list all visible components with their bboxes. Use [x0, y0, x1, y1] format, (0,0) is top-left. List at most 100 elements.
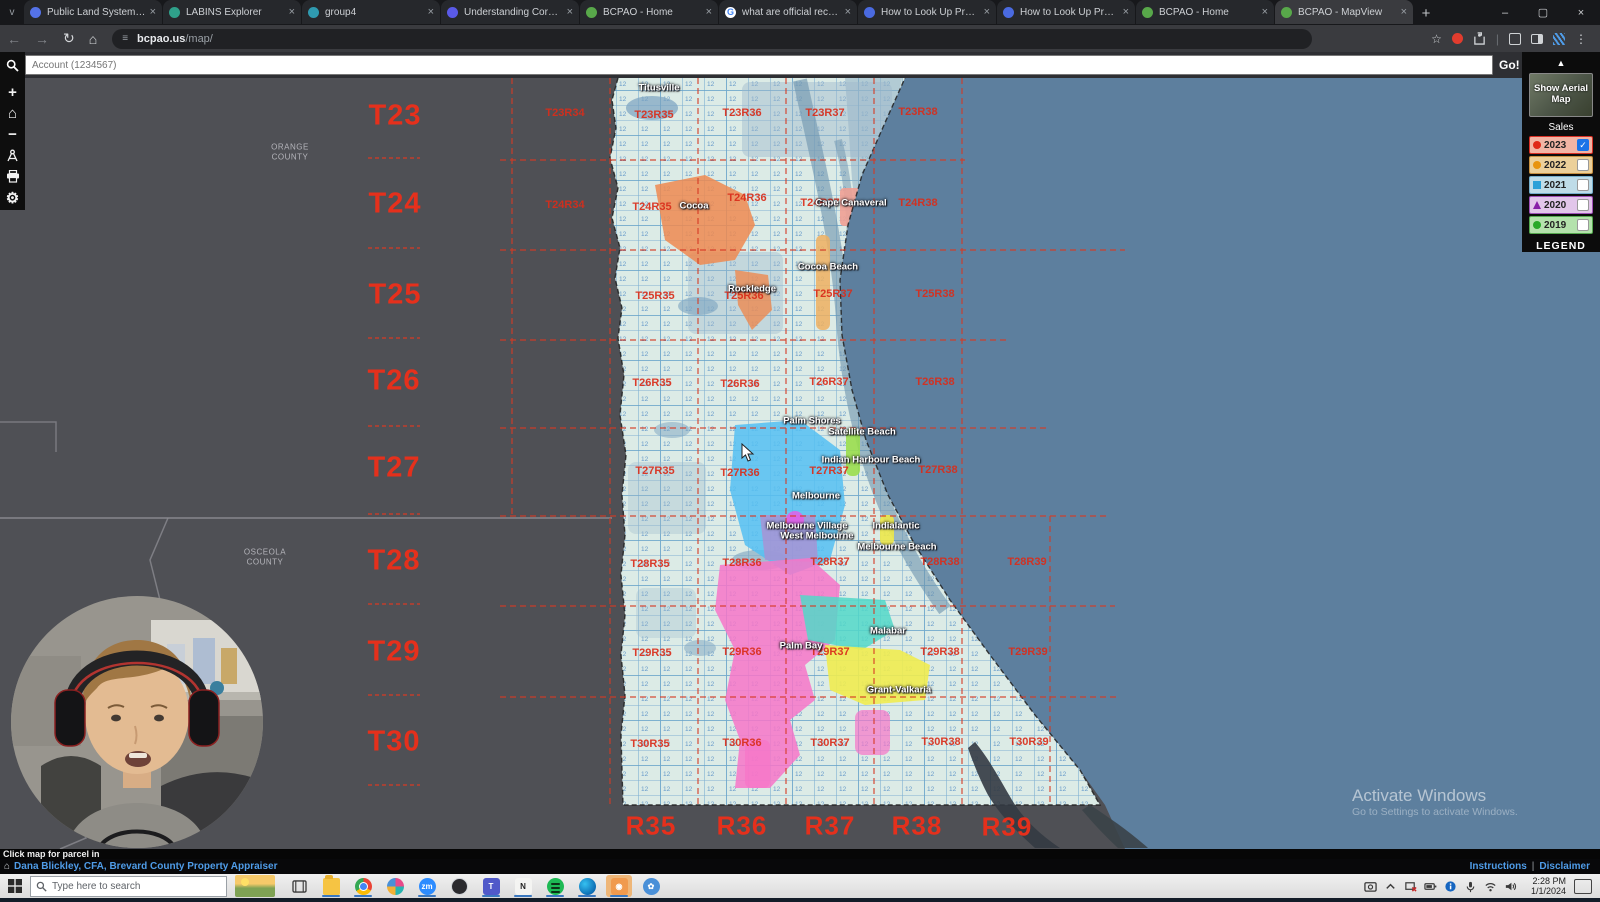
google-g-favicon: G: [725, 7, 736, 18]
tab-close-icon[interactable]: ×: [1401, 6, 1407, 18]
tab-close-icon[interactable]: ×: [1262, 6, 1268, 18]
adblock-extension-icon[interactable]: [1452, 33, 1463, 44]
address-domain: bcpao.us: [137, 33, 185, 45]
extensions-puzzle-icon[interactable]: [1473, 32, 1486, 45]
map-tool-strip: +⌂− ⚙: [0, 78, 25, 210]
mouse-cursor: [741, 443, 755, 463]
forward-icon[interactable]: →: [35, 31, 49, 47]
settings-tool[interactable]: ⚙: [2, 187, 23, 208]
action-center-icon[interactable]: [1574, 879, 1592, 894]
teams-icon[interactable]: T: [478, 875, 504, 897]
browser-tab[interactable]: Public Land System Explained×: [24, 0, 162, 24]
account-search-input[interactable]: [25, 55, 1493, 75]
tab-title: How to Look Up Property Inf: [1020, 7, 1119, 18]
browser-tab[interactable]: BCPAO - Home×: [580, 0, 718, 24]
chrome-icon[interactable]: [350, 875, 376, 897]
home-tool[interactable]: ⌂: [2, 103, 23, 124]
tab-close-icon[interactable]: ×: [984, 6, 990, 18]
tab-title: BCPAO - Home: [1159, 7, 1258, 18]
tab-close-icon[interactable]: ×: [845, 6, 851, 18]
obs-icon[interactable]: [1364, 880, 1377, 893]
year-label: 2020: [1544, 200, 1577, 211]
toolbar-actions: ☆ | ⋮: [1426, 32, 1592, 46]
address-bar[interactable]: ≡ bcpao.us /map/: [112, 29, 1312, 49]
tab-close-icon[interactable]: ×: [428, 6, 434, 18]
network-error-icon[interactable]: [1404, 880, 1417, 893]
year-checkbox[interactable]: ✓: [1577, 139, 1589, 151]
browser-tab[interactable]: How to Look Up Property Inf ×: [997, 0, 1135, 24]
task-view-button[interactable]: [286, 875, 312, 897]
blue-extension-icon[interactable]: [1553, 33, 1565, 45]
new-tab-button[interactable]: +: [1414, 1, 1438, 25]
pinwheel-app-icon[interactable]: [382, 875, 408, 897]
file-explorer-icon[interactable]: [318, 875, 344, 897]
browser-tab[interactable]: LABINS Explorer×: [163, 0, 301, 24]
browser-tab[interactable]: Gwhat are official records book×: [719, 0, 857, 24]
teams-glyph: T: [483, 878, 500, 895]
clock-app-icon[interactable]: [446, 875, 472, 897]
taskbar-app-row: zm TN ◉ ✿: [315, 875, 667, 897]
tab-search-icon[interactable]: v: [0, 0, 24, 25]
wifi-icon[interactable]: [1484, 880, 1497, 893]
footer-home-icon[interactable]: ⌂: [4, 861, 10, 872]
bookmark-star-icon[interactable]: ☆: [1431, 32, 1442, 46]
year-checkbox[interactable]: [1577, 179, 1589, 191]
media-panel-icon[interactable]: [1509, 33, 1521, 45]
battery-icon[interactable]: [1424, 880, 1437, 893]
tab-title: Understanding Corner Monu: [464, 7, 563, 18]
sales-year-2022: 2022: [1529, 156, 1593, 174]
circle-marker-icon: [1533, 161, 1541, 169]
start-button[interactable]: [0, 874, 30, 898]
browser-tab[interactable]: group4×: [302, 0, 440, 24]
browser-tab[interactable]: BCPAO - Home ×: [1136, 0, 1274, 24]
year-checkbox[interactable]: [1577, 159, 1589, 171]
collapse-panel-button[interactable]: ▲: [1522, 52, 1600, 73]
tab-close-icon[interactable]: ×: [706, 6, 712, 18]
tab-strip: Public Land System Explained×LABINS Expl…: [24, 0, 1414, 25]
back-icon[interactable]: ←: [7, 31, 21, 47]
reload-icon[interactable]: ↻: [63, 30, 75, 47]
go-button[interactable]: Go!: [1499, 58, 1520, 72]
window-controls: – ▢ ×: [1486, 0, 1600, 25]
weather-widget[interactable]: [235, 875, 275, 897]
tab-close-icon[interactable]: ×: [150, 6, 156, 18]
microphone-icon[interactable]: [1464, 880, 1477, 893]
notion-icon[interactable]: N: [510, 875, 536, 897]
year-checkbox[interactable]: [1577, 219, 1589, 231]
taskbar-search-box[interactable]: Type here to search: [30, 876, 227, 897]
spotify-icon[interactable]: [542, 875, 568, 897]
browser-tab[interactable]: BCPAO - MapView×: [1275, 0, 1413, 24]
volume-icon[interactable]: [1504, 880, 1517, 893]
home-icon[interactable]: ⌂: [89, 31, 97, 47]
minimize-button[interactable]: –: [1486, 0, 1524, 25]
info-icon[interactable]: [1444, 880, 1457, 893]
measure-tool[interactable]: [2, 145, 23, 166]
taskbar-clock[interactable]: 2:28 PM 1/1/2024: [1531, 876, 1566, 897]
show-aerial-map-button[interactable]: Show Aerial Map: [1529, 73, 1593, 117]
maximize-button[interactable]: ▢: [1524, 0, 1562, 25]
zoom-out-tool[interactable]: −: [2, 124, 23, 145]
obs-gear-icon[interactable]: ✿: [638, 875, 664, 897]
edge-icon[interactable]: [574, 875, 600, 897]
print-tool[interactable]: [2, 166, 23, 187]
tab-close-icon[interactable]: ×: [289, 6, 295, 18]
sales-label: Sales: [1548, 122, 1573, 133]
instructions-link[interactable]: Instructions: [1470, 861, 1527, 872]
menu-kebab-icon[interactable]: ⋮: [1575, 32, 1587, 46]
disclaimer-link[interactable]: Disclaimer: [1539, 861, 1590, 872]
browser-tab[interactable]: How to Look Up Property Inf×: [858, 0, 996, 24]
year-checkbox[interactable]: [1577, 199, 1589, 211]
tab-close-icon[interactable]: ×: [567, 6, 573, 18]
zoom-in-tool[interactable]: +: [2, 82, 23, 103]
bcpao-leaf-favicon: [1142, 7, 1153, 18]
notion-glyph: N: [515, 878, 532, 895]
chevron-up-icon[interactable]: [1384, 880, 1397, 893]
browser-tab[interactable]: Understanding Corner Monu ×: [441, 0, 579, 24]
site-settings-icon[interactable]: ≡: [122, 33, 129, 44]
close-button[interactable]: ×: [1562, 0, 1600, 25]
side-panel-icon[interactable]: [1531, 34, 1543, 44]
zoom-icon[interactable]: zm: [414, 875, 440, 897]
capture-app-icon[interactable]: ◉: [606, 875, 632, 897]
legend-button[interactable]: LEGEND: [1536, 240, 1586, 252]
tab-close-icon[interactable]: ×: [1123, 6, 1129, 18]
